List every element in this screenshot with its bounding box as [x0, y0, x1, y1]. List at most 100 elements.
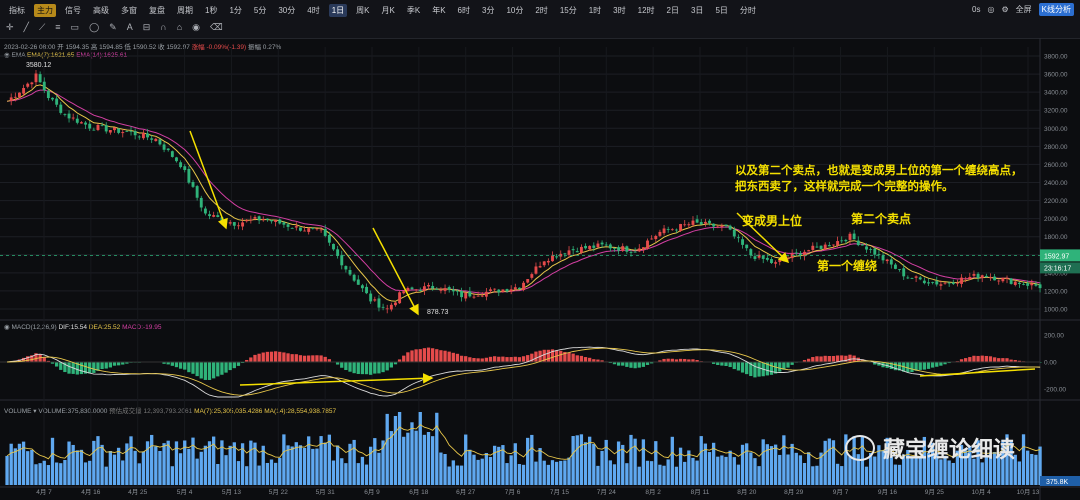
candle-body	[373, 299, 377, 301]
toolbar-item[interactable]: 1日	[328, 3, 348, 17]
toolbar-item[interactable]: 3分	[479, 4, 497, 17]
toolbar-item[interactable]: 3时	[610, 4, 628, 17]
volume-bar	[716, 456, 720, 485]
macd-bar	[96, 362, 100, 371]
circle-icon[interactable]: ◯	[89, 22, 99, 33]
eye-icon[interactable]: ◉	[192, 22, 200, 33]
toolbar-item[interactable]: 季K	[404, 4, 423, 17]
toolbar-item[interactable]: 10分	[503, 4, 526, 17]
macd-bar	[402, 355, 406, 362]
toolbar-item[interactable]: 月K	[379, 4, 398, 17]
x-tick-label: 5月 13	[222, 488, 242, 496]
volume-bar	[63, 460, 67, 485]
fullscreen-button[interactable]: 全屏	[1016, 4, 1032, 15]
annotation-male-top: 变成男上位	[742, 214, 803, 228]
toolbar-item[interactable]: 2日	[664, 4, 682, 17]
macd-bar	[253, 354, 257, 362]
candle-body	[270, 220, 273, 222]
volume-bar	[170, 466, 174, 485]
ruler-icon[interactable]: ⊟	[143, 22, 151, 33]
volume-bar	[377, 452, 381, 485]
toolbar-item[interactable]: 2时	[532, 4, 550, 17]
volume-bar	[422, 434, 427, 485]
macd-bar	[133, 362, 137, 363]
x-tick-label: 8月 11	[691, 488, 710, 496]
k-analysis-button[interactable]: K线分析	[1038, 3, 1074, 16]
candle-body	[274, 219, 278, 222]
toolbar-item[interactable]: 分时	[737, 4, 759, 17]
macd-bar	[278, 351, 282, 362]
ray-icon[interactable]: ⟋	[39, 22, 45, 33]
candle-body	[146, 133, 150, 138]
macd-bar	[972, 355, 976, 362]
toolbar-item[interactable]: 4时	[304, 4, 322, 17]
candle-body	[319, 229, 323, 231]
volume-bar	[360, 456, 365, 485]
volume-bar	[472, 454, 476, 485]
toolbar-item[interactable]: 5日	[712, 4, 730, 17]
macd-bar	[426, 347, 431, 362]
toolbar-item[interactable]: 周期	[174, 4, 196, 17]
gear-icon[interactable]: ⚙	[1001, 5, 1008, 14]
volume-bar	[608, 460, 612, 485]
camera-icon[interactable]: ◎	[988, 5, 995, 14]
candle-body	[679, 224, 683, 232]
toolbar-item[interactable]: 1分	[226, 4, 244, 17]
toolbar-item[interactable]: 1秒	[202, 4, 220, 17]
macd-bar	[224, 362, 228, 373]
macd-bar	[757, 362, 761, 377]
parallel-icon[interactable]: ≡	[55, 22, 60, 32]
candle-body	[431, 285, 435, 289]
macd-bar	[873, 362, 877, 365]
volume-bar	[220, 440, 224, 485]
macd-bar	[773, 362, 778, 374]
high-label: 3580.12	[26, 62, 51, 69]
toolbar-item[interactable]: 指标	[6, 4, 28, 17]
trash-icon[interactable]: ⌫	[210, 22, 223, 33]
price-chart[interactable]: 1000.00 1200.00 1400.00 1600.00 1800.00 2000.…	[0, 0, 1080, 500]
toolbar-item[interactable]: 主力	[34, 3, 56, 17]
magnet-icon[interactable]: ∩	[160, 22, 166, 32]
macd-bar	[464, 356, 468, 362]
rect-icon[interactable]: ▭	[71, 22, 80, 33]
line-icon[interactable]: ╱	[24, 22, 29, 33]
macd-bar	[129, 362, 133, 363]
toolbar-item[interactable]: 高级	[90, 4, 112, 17]
toolbar-item[interactable]: 复盘	[146, 4, 168, 17]
toolbar-item[interactable]: 1时	[586, 4, 604, 17]
brush-icon[interactable]: ✎	[109, 22, 117, 33]
toolbar-item[interactable]: 年K	[429, 4, 448, 17]
volume-bar	[129, 436, 133, 485]
toolbar-item[interactable]: 30分	[275, 4, 298, 17]
volume-bar	[505, 463, 509, 485]
macd-bar	[257, 353, 261, 362]
volume-bar	[559, 460, 563, 485]
volume-bar	[497, 446, 501, 485]
eye-icon[interactable]: ◉	[4, 324, 10, 331]
volume-bar	[125, 443, 129, 485]
toolbar-item[interactable]: 周K	[353, 4, 372, 17]
candle-body	[939, 284, 943, 286]
candle-body	[501, 289, 505, 292]
toolbar-item[interactable]: 12时	[635, 4, 658, 17]
toolbar-item[interactable]: 3日	[688, 4, 706, 17]
candle-body	[315, 228, 319, 230]
text-icon[interactable]: A	[127, 22, 133, 32]
volume-bar	[83, 462, 88, 485]
toolbar-item[interactable]: 信号	[62, 4, 84, 17]
toolbar-item[interactable]: 5分	[251, 4, 269, 17]
volume-bar	[802, 462, 807, 485]
candle-body	[170, 151, 174, 157]
candle-body	[63, 114, 67, 115]
cursor-icon[interactable]: ✛	[6, 22, 14, 33]
toolbar-item[interactable]: 多窗	[118, 4, 140, 17]
toolbar-item[interactable]: 6时	[455, 4, 473, 17]
candle-body	[749, 249, 753, 256]
candle-body	[877, 254, 881, 255]
lock-icon[interactable]: ⌂	[177, 22, 182, 32]
candle-body	[761, 255, 765, 259]
toolbar-item[interactable]: 15分	[557, 4, 580, 17]
macd-bar	[364, 362, 369, 375]
candle-body	[1038, 284, 1042, 289]
eye-icon[interactable]: ◉	[4, 52, 10, 59]
